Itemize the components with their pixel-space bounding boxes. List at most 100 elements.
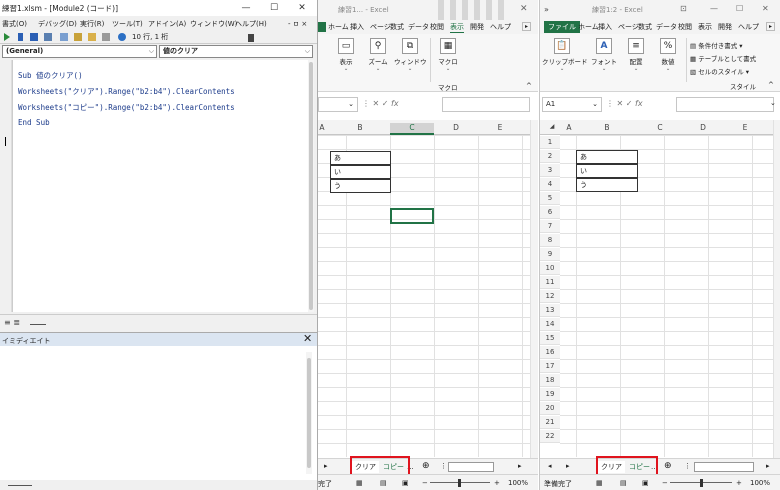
- cell-b3[interactable]: い: [576, 164, 638, 178]
- code-line[interactable]: Worksheets("クリア").Range("b2:b4").ClearCo…: [18, 86, 235, 97]
- tab-data[interactable]: データ: [408, 22, 429, 32]
- scroll-right-icon[interactable]: ▸: [766, 462, 770, 470]
- tab-file[interactable]: ファイル: [544, 21, 580, 33]
- row-header[interactable]: 20: [540, 402, 560, 415]
- ribbon-macro-button[interactable]: ▦ マクロ ⌄: [432, 36, 464, 72]
- row-header[interactable]: 18: [540, 374, 560, 387]
- ribbon-more-icon[interactable]: ▸: [766, 22, 776, 31]
- code-vertical-scrollbar[interactable]: [308, 60, 314, 312]
- zoom-out-icon[interactable]: −: [422, 479, 428, 487]
- ribbon-window-button[interactable]: ⧉ ウィンドウ ⌄: [394, 36, 427, 72]
- tab-developer[interactable]: 開発: [718, 22, 732, 32]
- page-break-icon[interactable]: ▣: [402, 479, 409, 487]
- formula-bar-icons[interactable]: ⋮ ✕ ✓ fx: [606, 99, 643, 108]
- add-sheet-icon[interactable]: ⊕: [664, 461, 672, 471]
- zoom-level[interactable]: 100%: [508, 479, 528, 487]
- row-header[interactable]: 17: [540, 360, 560, 373]
- more-icon[interactable]: »: [544, 5, 549, 14]
- formula-bar-icons[interactable]: ⋮ ✕ ✓ fx: [362, 99, 399, 108]
- toolbar-options-icon[interactable]: [248, 34, 254, 42]
- ribbon-display-icon[interactable]: ⊡: [680, 4, 687, 13]
- run-icon[interactable]: [4, 33, 10, 41]
- row-header[interactable]: 10: [540, 262, 560, 275]
- zoom-in-icon[interactable]: +: [494, 479, 500, 487]
- help-icon[interactable]: [118, 33, 126, 41]
- vertical-scrollbar[interactable]: [773, 120, 780, 458]
- tab-splitter-icon[interactable]: ⋮: [440, 462, 447, 470]
- procedure-view-icon[interactable]: ≡ ≣: [4, 318, 20, 327]
- tab-home[interactable]: ホーム: [328, 22, 349, 32]
- format-as-table-button[interactable]: ▦ テーブルとして書式: [690, 53, 756, 63]
- immediate-window[interactable]: [0, 346, 317, 480]
- normal-view-icon[interactable]: ▦: [596, 479, 603, 487]
- row-header[interactable]: 7: [540, 220, 560, 233]
- column-header[interactable]: D: [434, 123, 478, 132]
- active-cell-selection[interactable]: [390, 208, 434, 224]
- ribbon-zoom-button[interactable]: ⚲ ズーム ⌄: [362, 36, 394, 72]
- properties-icon[interactable]: [74, 33, 82, 41]
- tab-formulas[interactable]: 数式: [390, 22, 404, 32]
- row-header[interactable]: 14: [540, 318, 560, 331]
- inner-window-controls[interactable]: - ㅁ ×: [288, 19, 307, 29]
- row-header[interactable]: 19: [540, 388, 560, 401]
- project-explorer-icon[interactable]: [60, 33, 68, 41]
- zoom-out-icon[interactable]: −: [662, 479, 668, 487]
- tab-developer[interactable]: 開発: [470, 22, 484, 32]
- cell-b2[interactable]: あ: [330, 151, 391, 165]
- column-header[interactable]: E: [478, 123, 522, 132]
- column-header[interactable]: E: [724, 123, 766, 132]
- cell-b4[interactable]: う: [576, 178, 638, 192]
- row-header[interactable]: 22: [540, 430, 560, 443]
- object-browser-icon[interactable]: [88, 33, 96, 41]
- formula-input[interactable]: [676, 97, 774, 112]
- row-header[interactable]: 12: [540, 290, 560, 303]
- immediate-close-button[interactable]: ✕: [303, 333, 312, 345]
- cell-b4[interactable]: う: [330, 179, 391, 193]
- close-icon[interactable]: ✕: [520, 4, 528, 14]
- scroll-right-icon[interactable]: ▸: [518, 462, 522, 470]
- cell-styles-button[interactable]: ▧ セルのスタイル ▾: [690, 66, 749, 76]
- tab-home[interactable]: ホーム: [578, 22, 599, 32]
- menu-addins[interactable]: アドイン(A): [148, 19, 186, 29]
- menu-window[interactable]: ウィンドウ(W): [190, 19, 237, 29]
- name-box[interactable]: ⌄: [318, 97, 358, 112]
- horizontal-scrollbar[interactable]: [30, 324, 46, 325]
- menu-run[interactable]: 実行(R): [80, 19, 104, 29]
- scroll-thumb[interactable]: [309, 62, 313, 310]
- tab-page[interactable]: ページ: [618, 22, 639, 32]
- code-editor[interactable]: Sub 値のクリア() Worksheets("クリア").Range("b2:…: [12, 60, 312, 312]
- tab-review[interactable]: 校閲: [678, 22, 692, 32]
- horizontal-scrollbar[interactable]: [694, 462, 754, 472]
- tab-view[interactable]: 表示: [698, 22, 712, 32]
- ribbon-font-button[interactable]: A フォント ⌄: [588, 36, 620, 72]
- row-header[interactable]: 5: [540, 192, 560, 205]
- ribbon-more-icon[interactable]: ▸: [522, 22, 532, 31]
- design-mode-icon[interactable]: [44, 33, 52, 41]
- procedure-combo[interactable]: 値のクリア ⌵: [159, 45, 313, 58]
- zoom-level[interactable]: 100%: [750, 479, 770, 487]
- ribbon-number-button[interactable]: % 数値 ⌄: [652, 36, 684, 72]
- tab-file[interactable]: [318, 22, 326, 32]
- zoom-in-icon[interactable]: +: [736, 479, 742, 487]
- ribbon-clipboard-button[interactable]: 📋 クリップボード ⌄: [542, 36, 588, 72]
- object-combo[interactable]: (General) ⌵: [2, 45, 157, 58]
- column-header[interactable]: C: [638, 123, 682, 132]
- row-header[interactable]: 11: [540, 276, 560, 289]
- cell-b2[interactable]: あ: [576, 150, 638, 164]
- ribbon-view-button[interactable]: ▭ 表示 ⌄: [330, 36, 362, 72]
- row-header[interactable]: 9: [540, 248, 560, 261]
- chevron-down-icon[interactable]: ⌄: [770, 99, 776, 107]
- toolbox-icon[interactable]: [102, 33, 110, 41]
- row-header[interactable]: 1: [540, 136, 560, 149]
- column-header-selected[interactable]: C: [390, 123, 434, 135]
- tab-review[interactable]: 校閲: [430, 22, 444, 32]
- row-header[interactable]: 3: [540, 164, 560, 177]
- row-header[interactable]: 16: [540, 346, 560, 359]
- tab-insert[interactable]: 挿入: [350, 22, 364, 32]
- menu-help[interactable]: ヘルプ(H): [235, 19, 267, 29]
- tab-help[interactable]: ヘルプ: [490, 22, 511, 32]
- scroll-thumb[interactable]: [307, 358, 311, 468]
- column-header[interactable]: B: [576, 123, 638, 132]
- menu-format[interactable]: 書式(O): [2, 19, 27, 29]
- horizontal-scrollbar[interactable]: [448, 462, 494, 472]
